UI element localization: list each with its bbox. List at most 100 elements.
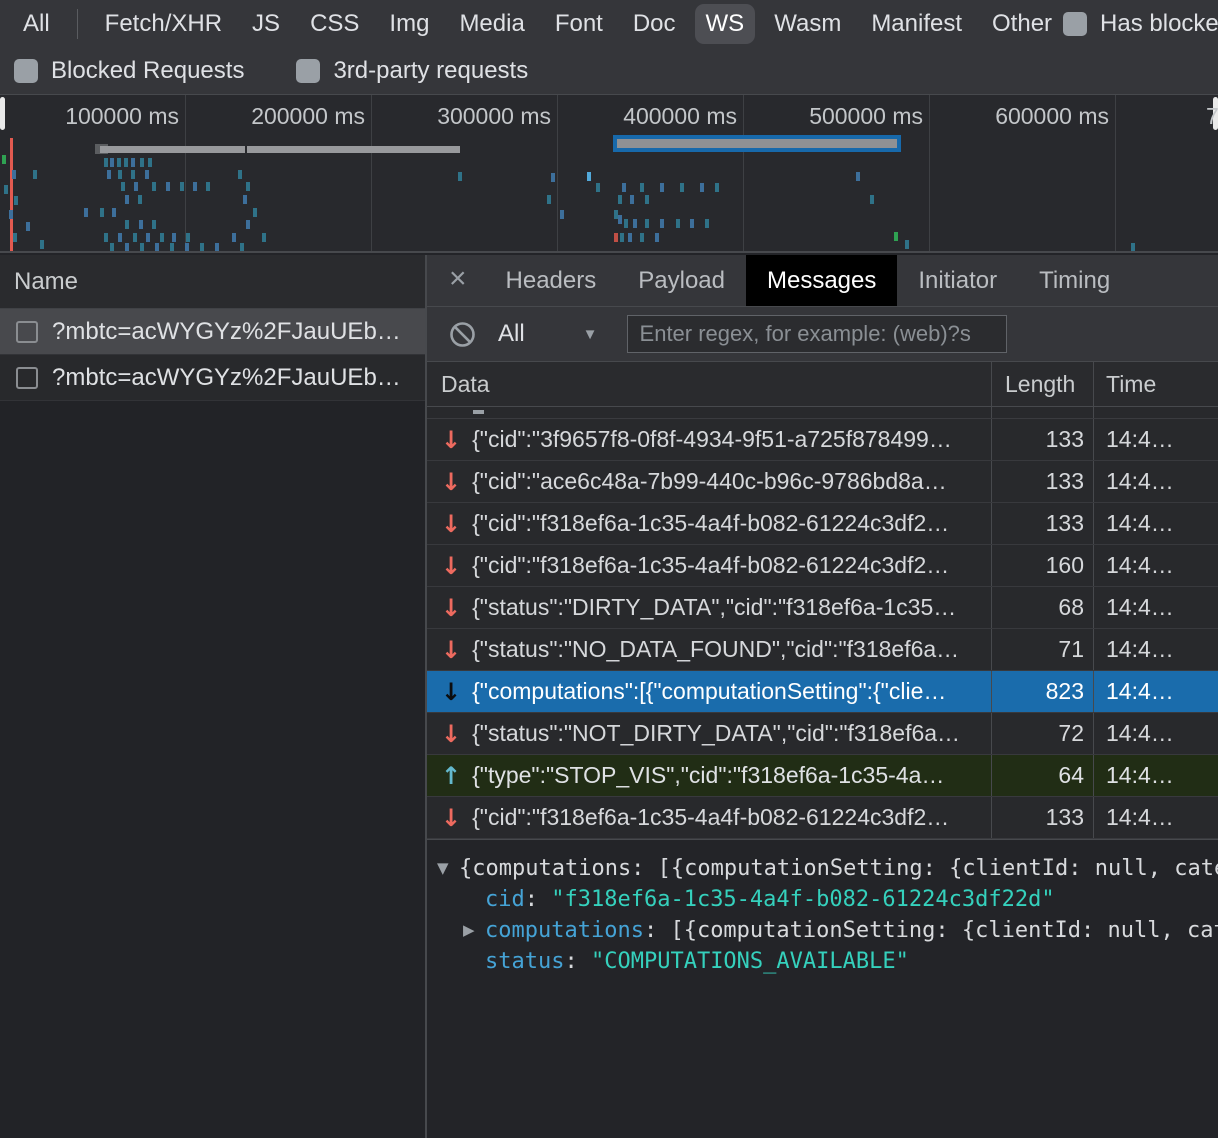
filter-all[interactable]: All [12, 4, 61, 44]
message-preview-tree: ▼{computations: [{computationSetting: {c… [427, 839, 1218, 1138]
activity-tick [148, 158, 152, 167]
message-time-cell: 14:4… [1093, 671, 1218, 712]
tab-timing[interactable]: Timing [1018, 255, 1131, 306]
arrow-up-icon: ↑ [441, 764, 461, 788]
message-row[interactable]: ↓{"cid":"f318ef6a-1c35-4a4f-b082-61224c3… [427, 503, 1218, 545]
close-icon[interactable]: × [427, 262, 485, 300]
expand-triangle-icon[interactable]: ▶ [463, 915, 485, 946]
activity-tick [215, 243, 219, 252]
activity-tick [243, 195, 247, 204]
request-name: ?mbtc=acWYGYz%2FJauUEb… [52, 364, 401, 392]
third-party-requests-label: 3rd-party requests [333, 57, 528, 85]
timeline-gridline [743, 95, 744, 253]
activity-tick [138, 195, 142, 204]
tab-messages[interactable]: Messages [746, 255, 897, 306]
message-length-cell: 133 [991, 503, 1093, 544]
messages-table-body: ↓{"cid":"3f9657f8-0f8f-4934-9f51-a725f87… [427, 419, 1218, 839]
activity-tick [246, 182, 250, 191]
arrow-down-icon: ↓ [441, 428, 461, 452]
websocket-icon [16, 321, 38, 343]
tab-headers[interactable]: Headers [485, 255, 618, 306]
chevron-down-icon[interactable]: ▼ [583, 326, 598, 343]
timeline-tick-label: 200000 ms [251, 103, 365, 130]
activity-tick [131, 170, 135, 179]
filter-ws[interactable]: WS [695, 4, 756, 44]
websocket-connection-bar[interactable] [100, 146, 245, 153]
message-row[interactable]: ↓{"cid":"ace6c48a-7b99-440c-b96c-9786bd8… [427, 461, 1218, 503]
activity-tick [26, 222, 30, 231]
message-text: {"cid":"f318ef6a-1c35-4a4f-b082-61224c3d… [472, 804, 949, 831]
has-blocked-cookies-checkbox[interactable]: Has blocked cookies [1063, 10, 1218, 38]
message-row[interactable]: ↓{"cid":"f318ef6a-1c35-4a4f-b082-61224c3… [427, 545, 1218, 587]
partial-message-row[interactable] [427, 407, 1218, 419]
activity-tick [660, 219, 664, 228]
blocked-requests-checkbox[interactable]: Blocked Requests [14, 57, 244, 85]
filter-other[interactable]: Other [981, 4, 1063, 44]
timeline-tick-label: 500000 ms [809, 103, 923, 130]
message-row[interactable]: ↓{"status":"DIRTY_DATA","cid":"f318ef6a-… [427, 587, 1218, 629]
activity-tick [134, 182, 138, 191]
request-row[interactable]: ?mbtc=acWYGYz%2FJauUEb… [0, 309, 425, 355]
third-party-requests-checkbox[interactable]: 3rd-party requests [296, 57, 528, 85]
activity-tick [618, 195, 622, 204]
activity-tick [640, 183, 644, 192]
message-row[interactable]: ↓{"cid":"3f9657f8-0f8f-4934-9f51-a725f87… [427, 419, 1218, 461]
message-data-cell: ↓{"status":"DIRTY_DATA","cid":"f318ef6a-… [427, 587, 991, 628]
timeline-gridline [929, 95, 930, 253]
message-row[interactable]: ↓{"status":"NO_DATA_FOUND","cid":"f318ef… [427, 629, 1218, 671]
filter-manifest[interactable]: Manifest [860, 4, 973, 44]
checkbox-icon[interactable] [296, 59, 320, 83]
filter-js[interactable]: JS [241, 4, 291, 44]
clear-icon[interactable] [449, 321, 476, 348]
checkbox-icon[interactable] [1063, 12, 1087, 36]
overview-left-handle[interactable] [0, 97, 5, 130]
selected-websocket-bar[interactable] [613, 135, 901, 152]
timeline-gridline [1115, 95, 1116, 253]
filter-fetch-xhr[interactable]: Fetch/XHR [94, 4, 233, 44]
collapse-triangle-icon[interactable]: ▼ [437, 853, 459, 884]
message-data-cell: ↓{"status":"NO_DATA_FOUND","cid":"f318ef… [427, 629, 991, 670]
name-column-header[interactable]: Name [0, 255, 425, 309]
activity-tick [124, 158, 128, 167]
message-row[interactable]: ↓{"computations":[{"computationSetting":… [427, 671, 1218, 713]
messages-toolbar: All ▼ [427, 307, 1218, 362]
filter-wasm[interactable]: Wasm [763, 4, 852, 44]
activity-tick [238, 170, 242, 179]
regex-filter-input[interactable] [627, 315, 1007, 353]
activity-tick [2, 155, 6, 164]
websocket-connection-bar[interactable] [247, 146, 460, 153]
message-length-cell: 133 [991, 461, 1093, 502]
tab-payload[interactable]: Payload [617, 255, 746, 306]
filter-media[interactable]: Media [448, 4, 535, 44]
activity-tick [628, 233, 632, 242]
request-row[interactable]: ?mbtc=acWYGYz%2FJauUEb… [0, 355, 425, 401]
network-overview-timeline[interactable]: 100000 ms200000 ms300000 ms400000 ms5000… [0, 95, 1218, 253]
timeline-tick-label: 300000 ms [437, 103, 551, 130]
message-row[interactable]: ↑{"type":"STOP_VIS","cid":"f318ef6a-1c35… [427, 755, 1218, 797]
arrow-down-icon: ↓ [441, 722, 461, 746]
activity-tick [262, 233, 266, 242]
activity-tick [560, 210, 564, 219]
activity-tick [118, 170, 122, 179]
activity-tick [458, 172, 462, 181]
tab-initiator[interactable]: Initiator [897, 255, 1018, 306]
timeline-gridline [185, 95, 186, 253]
message-row[interactable]: ↓{"cid":"f318ef6a-1c35-4a4f-b082-61224c3… [427, 797, 1218, 839]
activity-tick [118, 233, 122, 242]
message-data-cell: ↓{"cid":"f318ef6a-1c35-4a4f-b082-61224c3… [427, 545, 991, 586]
activity-tick [155, 243, 159, 252]
activity-tick [680, 183, 684, 192]
tree-property-computations: ▶computations: [{computationSetting: {cl… [437, 915, 1218, 946]
checkbox-icon[interactable] [14, 59, 38, 83]
message-time-cell: 14:4… [1093, 587, 1218, 628]
timeline-tick-label: 400000 ms [623, 103, 737, 130]
message-filter-dropdown[interactable]: All [498, 320, 525, 348]
filter-img[interactable]: Img [378, 4, 440, 44]
filter-css[interactable]: CSS [299, 4, 370, 44]
message-row[interactable]: ↓{"status":"NOT_DIRTY_DATA","cid":"f318e… [427, 713, 1218, 755]
filter-doc[interactable]: Doc [622, 4, 687, 44]
activity-tick [690, 219, 694, 228]
filter-font[interactable]: Font [544, 4, 614, 44]
arrow-down-icon: ↓ [441, 638, 461, 662]
activity-tick [170, 243, 174, 252]
